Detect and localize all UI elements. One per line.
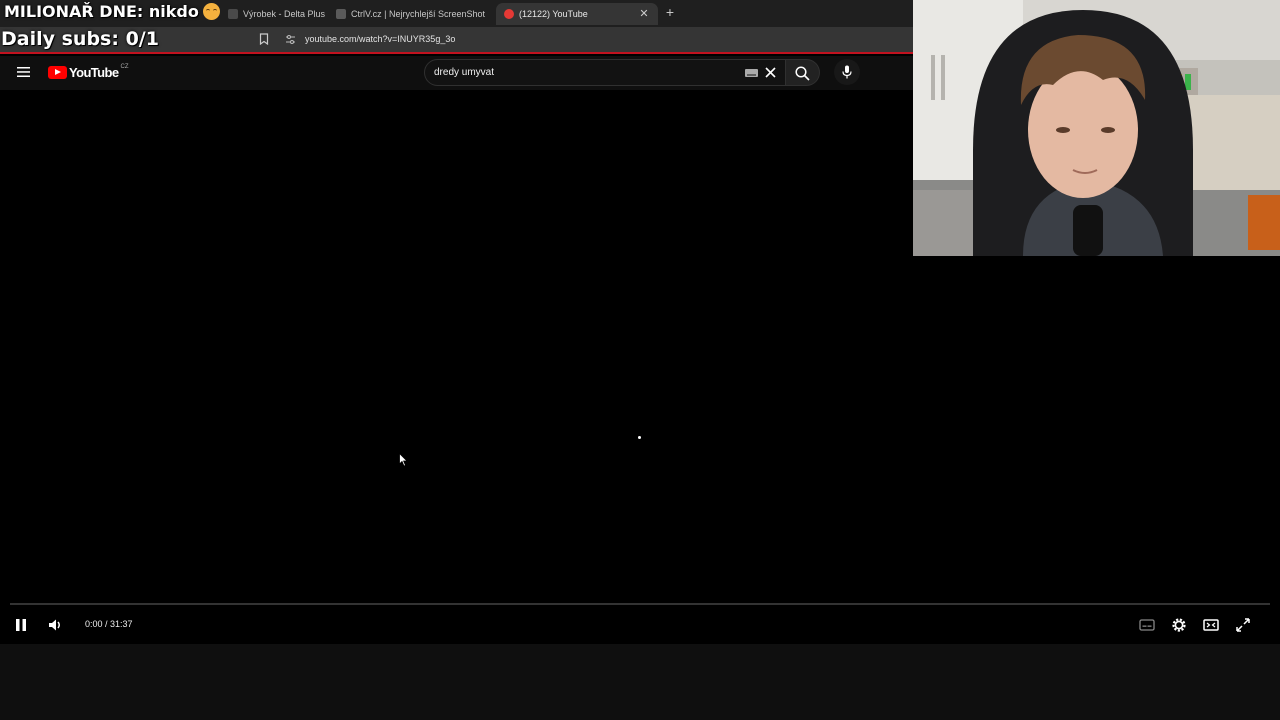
page-below-player [0, 644, 1280, 720]
hamburger-menu-icon[interactable] [17, 67, 30, 77]
new-tab-icon[interactable]: + [662, 4, 678, 20]
tab-label: (12122) YouTube [519, 9, 588, 19]
screen: Výrobek - Delta Plus CtrlV.cz | Nejrychl… [0, 0, 1280, 720]
voice-search-button[interactable] [834, 59, 860, 85]
overlay-title-text: MILIONAŘ DNE: nikdo [4, 2, 199, 21]
youtube-logo[interactable]: YouTube CZ [48, 63, 129, 80]
youtube-header: YouTube CZ dredy umyvat [0, 56, 913, 90]
search-button[interactable] [786, 59, 820, 86]
theater-mode-icon[interactable] [1202, 616, 1220, 634]
tab-label: Výrobek - Delta Plus [243, 9, 326, 19]
search-query-text: dredy umyvat [434, 67, 495, 78]
tab-favicon-icon [336, 9, 346, 19]
url-text[interactable]: youtube.com/watch?v=INUYR35g_3o [305, 34, 455, 44]
browser-tab[interactable]: Výrobek - Delta Plus [228, 3, 328, 25]
stream-overlay-daily-subs: Daily subs: 0/1 [1, 28, 159, 50]
relieved-face-emoji-icon [202, 3, 220, 20]
keyboard-icon[interactable] [745, 69, 758, 77]
fullscreen-exit-icon[interactable] [1234, 616, 1252, 634]
loading-spinner-icon [638, 436, 641, 439]
browser-tab-active[interactable]: (12122) YouTube ✕ [496, 3, 658, 25]
site-info-icon[interactable] [285, 34, 296, 45]
country-code: CZ [120, 63, 129, 70]
tab-label: CtrlV.cz | Nejrychlejší ScreenShot a P [351, 9, 486, 19]
subtitles-icon[interactable] [1138, 616, 1156, 634]
settings-gear-icon[interactable] [1170, 616, 1188, 634]
video-progress-bar[interactable] [10, 603, 1270, 605]
streamer-webcam-image [913, 0, 1280, 256]
search-icon [795, 66, 810, 81]
close-tab-icon[interactable]: ✕ [638, 8, 650, 20]
browser-tab[interactable]: CtrlV.cz | Nejrychlejší ScreenShot a P [336, 3, 486, 25]
mouse-cursor-icon [399, 453, 408, 467]
webcam-feed [913, 0, 1280, 256]
time-display: 0:00 / 31:37 [85, 619, 133, 629]
search-input[interactable]: dredy umyvat [424, 59, 786, 86]
volume-icon[interactable] [46, 616, 64, 634]
pause-icon[interactable] [12, 616, 30, 634]
tab-favicon-icon [228, 9, 238, 19]
stream-overlay-title: MILIONAŘ DNE: nikdo [4, 2, 220, 21]
youtube-favicon-icon [504, 9, 514, 19]
youtube-play-logo-icon [48, 66, 67, 79]
youtube-logo-text: YouTube [69, 65, 119, 80]
player-controls: 0:00 / 31:37 [0, 606, 1280, 644]
microphone-icon [842, 65, 852, 79]
bookmark-icon[interactable] [259, 33, 269, 45]
clear-search-icon[interactable] [765, 67, 776, 78]
